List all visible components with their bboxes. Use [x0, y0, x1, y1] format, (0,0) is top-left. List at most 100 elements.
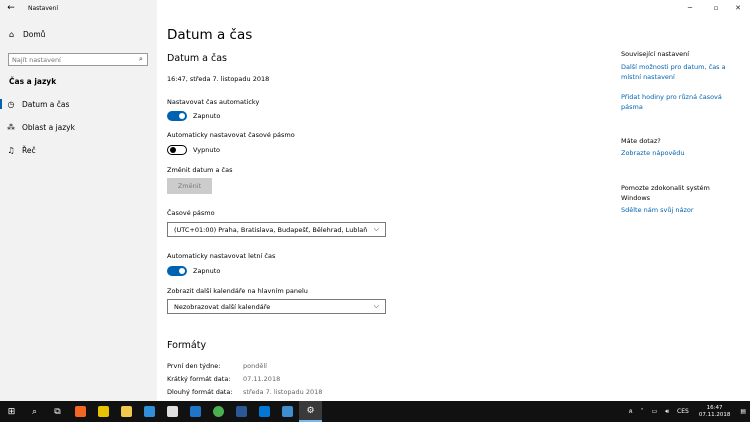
gear-icon: ⚙ [306, 405, 315, 416]
task-view-button[interactable]: ⧉ [46, 401, 69, 422]
format-row: První den týdne: pondělí [167, 362, 267, 370]
timezone-label: Časové pásmo [167, 209, 215, 217]
toggle-state: Zapnuto [193, 267, 221, 275]
toggle-state: Vypnuto [193, 146, 221, 154]
volume-icon[interactable]: 🔊︎ [665, 408, 669, 416]
sidebar-item-rec[interactable]: ♫ Řeč [0, 140, 157, 160]
search-icon: ⌕ [31, 406, 38, 417]
search-button[interactable]: ⌕ [23, 401, 46, 422]
extra-calendars-label: Zobrazit další kalendáře na hlavním pane… [167, 287, 308, 295]
sidebar-item-oblast-a-jazyk[interactable]: ⁂ Oblast a jazyk [0, 117, 157, 137]
timezone-value: (UTC+01:00) Praha, Bratislava, Budapešť,… [174, 225, 368, 234]
format-key: Dlouhý formát data: [167, 388, 233, 396]
sidebar-section-title: Čas a jazyk [9, 77, 57, 86]
photos-icon [144, 406, 155, 417]
question-title: Máte dotaz? [621, 137, 661, 145]
format-value: středa 7. listopadu 2018 [243, 388, 323, 396]
home-icon: ⌂ [9, 30, 15, 39]
dst-label: Automaticky nastavovat letní čas [167, 252, 276, 260]
sidebar-item-datum-a-cas[interactable]: ◷ Datum a čas [0, 94, 157, 114]
format-row: Krátký formát data: 07.11.2018 [167, 375, 280, 383]
dst-toggle[interactable]: Zapnuto [167, 266, 220, 276]
explorer-icon [121, 406, 132, 417]
toggle-switch[interactable] [167, 266, 187, 276]
home-label: Domů [23, 30, 46, 39]
clock-icon: ◷ [7, 99, 15, 109]
sidebar-item-label: Řeč [22, 145, 36, 155]
media-player-icon [98, 406, 109, 417]
change-datetime-button[interactable]: Změnit [167, 178, 212, 194]
taskbar-clock[interactable]: 16:47 07.11.2018 [699, 405, 731, 419]
word-icon [236, 406, 247, 417]
clock-time: 16:47 [706, 404, 723, 411]
taskbar-app-explorer[interactable] [115, 401, 138, 422]
toggle-switch[interactable] [167, 111, 187, 121]
close-icon: ✕ [735, 4, 741, 12]
region-language-icon: ⁂ [7, 122, 15, 132]
taskbar-app-media-player[interactable] [92, 401, 115, 422]
sidebar-item-label: Oblast a jazyk [22, 122, 75, 132]
app-icon [282, 406, 293, 417]
language-indicator[interactable]: CES [677, 408, 689, 415]
maximize-icon: ▫ [713, 4, 719, 12]
related-title: Související nastavení [621, 50, 690, 58]
back-button[interactable]: ← [0, 0, 22, 16]
auto-timezone-label: Automaticky nastavovat časové pásmo [167, 131, 295, 139]
taskbar-app-settings[interactable]: ⚙ [299, 401, 322, 422]
clock-date: 07.11.2018 [698, 411, 731, 418]
section-title: Datum a čas [167, 53, 227, 64]
page-title: Datum a čas [167, 27, 253, 43]
taskbar-app-generic[interactable] [276, 401, 299, 422]
format-key: Krátký formát data: [167, 375, 231, 383]
auto-time-label: Nastavovat čas automaticky [167, 98, 260, 106]
taskbar-app-chrome[interactable] [207, 401, 230, 422]
window-title: Nastavení [28, 4, 59, 12]
notifications-icon[interactable]: ▤ [740, 408, 746, 415]
microphone-icon: ♫ [7, 145, 15, 155]
search-icon: ⌕ [139, 55, 143, 63]
more-datetime-options-link[interactable]: Další možnosti pro datum, čas a místní n… [621, 62, 739, 82]
search-box[interactable]: ⌕ [8, 53, 148, 66]
close-button[interactable]: ✕ [726, 0, 750, 16]
calculator-icon [167, 406, 178, 417]
format-value: 07.11.2018 [243, 375, 281, 383]
taskbar-app-photos[interactable] [138, 401, 161, 422]
sidebar-item-label: Datum a čas [22, 99, 70, 109]
network-icon[interactable]: ▭ [652, 408, 658, 415]
chrome-icon [213, 406, 224, 417]
chevron-down-icon: ⌵ [373, 302, 379, 310]
outlook-icon [190, 406, 201, 417]
improve-title: Pomozte zdokonalit systém Windows [621, 184, 710, 202]
start-button[interactable]: ⊞ [0, 401, 23, 422]
help-link[interactable]: Zobrazte nápovědu [621, 148, 739, 158]
chevron-up-icon[interactable]: ˄ [641, 408, 644, 415]
auto-time-toggle[interactable]: Zapnuto [167, 111, 220, 121]
formats-title: Formáty [167, 340, 207, 351]
taskbar-app-mail[interactable] [253, 401, 276, 422]
minimize-button[interactable]: ─ [678, 0, 702, 16]
format-value: pondělí [243, 362, 267, 370]
people-icon[interactable]: ጸ [629, 408, 633, 416]
maximize-button[interactable]: ▫ [704, 0, 728, 16]
extra-calendars-select[interactable]: Nezobrazovat další kalendáře ⌵ [167, 299, 386, 314]
add-clocks-link[interactable]: Přidat hodiny pro různá časová pásma [621, 92, 739, 112]
taskbar-app-outlook[interactable] [184, 401, 207, 422]
timezone-select[interactable]: (UTC+01:00) Praha, Bratislava, Budapešť,… [167, 222, 386, 237]
extra-calendars-value: Nezobrazovat další kalendáře [174, 302, 271, 311]
format-key: První den týdne: [167, 362, 221, 370]
toggle-switch[interactable] [167, 145, 187, 155]
taskbar-app-word[interactable] [230, 401, 253, 422]
taskbar-app-calculator[interactable] [161, 401, 184, 422]
taskbar-app-avast[interactable] [69, 401, 92, 422]
auto-timezone-toggle[interactable]: Vypnuto [167, 145, 220, 155]
mail-icon [259, 406, 270, 417]
current-datetime: 16:47, středa 7. listopadu 2018 [167, 75, 270, 83]
home-link[interactable]: ⌂ Domů [9, 30, 45, 39]
minimize-icon: ─ [687, 4, 693, 12]
avast-icon [75, 406, 86, 417]
change-datetime-label: Změnit datum a čas [167, 166, 233, 174]
task-view-icon: ⧉ [54, 406, 61, 417]
taskbar: ⊞ ⌕ ⧉ ⚙ ጸ ˄ ▭ 🔊︎ CES 16:47 07.11.2018 ▤ [0, 401, 750, 422]
search-input[interactable] [12, 55, 135, 64]
feedback-link[interactable]: Sdělte nám svůj názor [621, 205, 739, 215]
